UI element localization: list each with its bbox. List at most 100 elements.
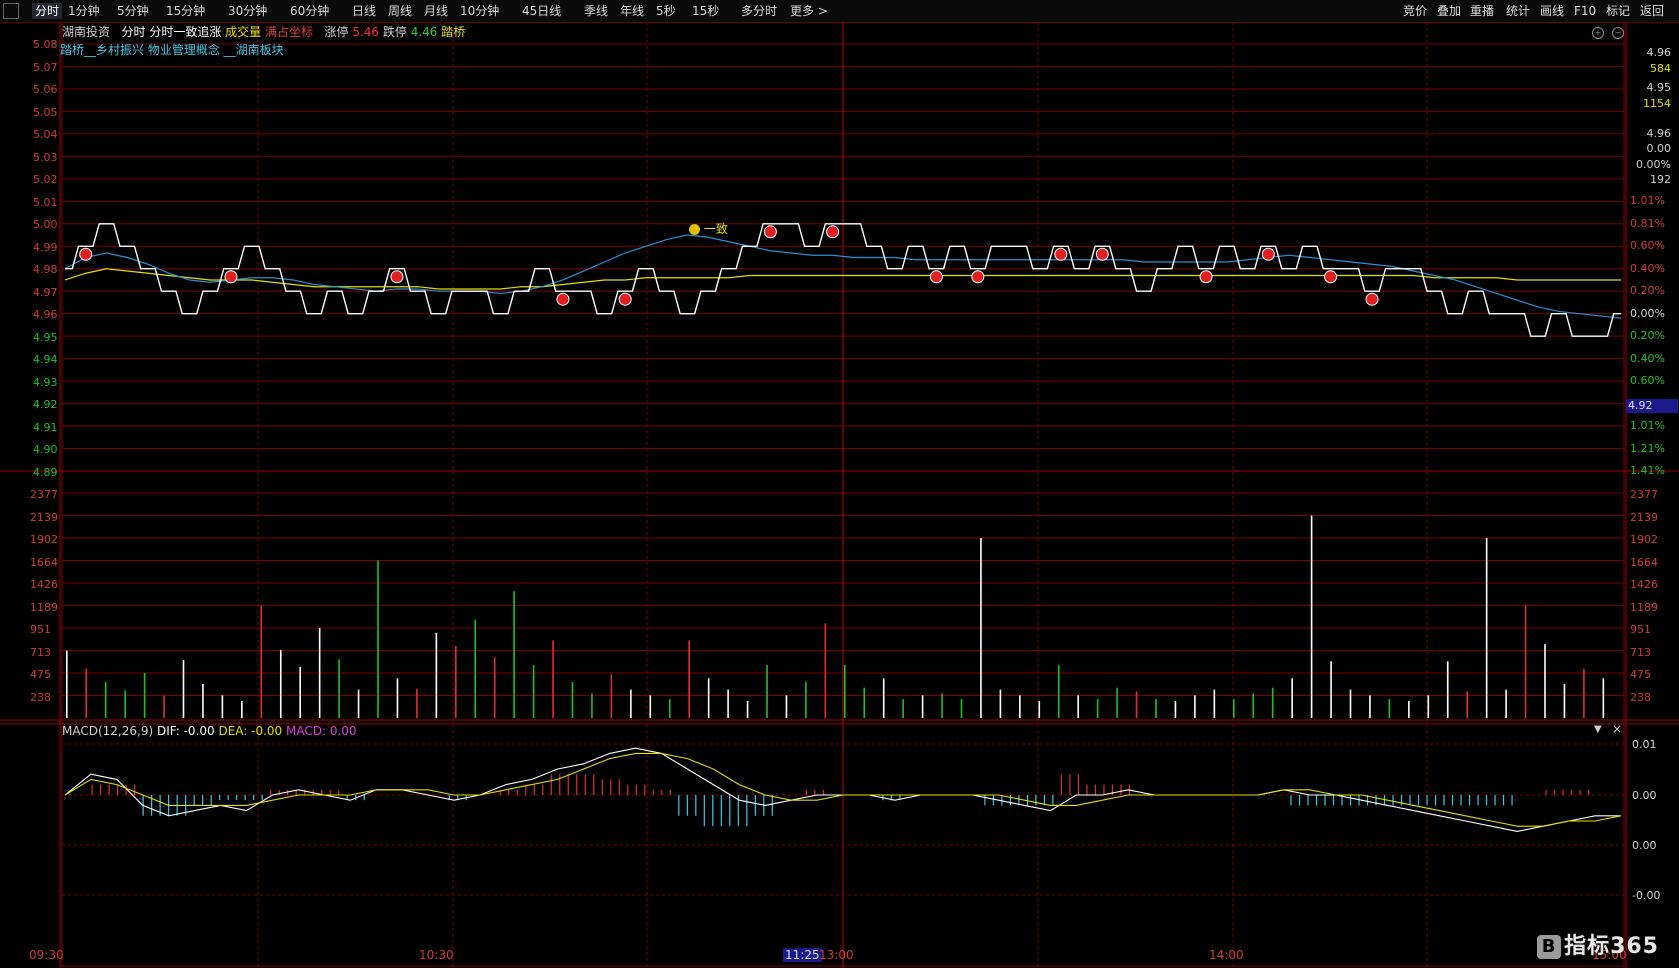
volume-bar (1466, 691, 1468, 718)
time-1300: 13:00 (819, 948, 854, 962)
buy-signal-marker (1054, 247, 1068, 261)
volume-tick-right: 1426 (1630, 578, 1658, 591)
macd-bar (1332, 795, 1335, 806)
tool-7[interactable]: 返回 (1640, 3, 1664, 19)
coord-label[interactable]: 满占坐标 (265, 25, 313, 39)
zoom-out-icon[interactable]: − (1612, 27, 1624, 39)
volume-bar (1408, 700, 1410, 718)
macd-bar (703, 795, 705, 827)
logo-icon: B (1537, 935, 1562, 959)
period-tab-8[interactable]: 月线 (424, 3, 448, 19)
volume-bar (1388, 699, 1391, 718)
volume-bar (1252, 693, 1255, 718)
period-tab-11[interactable]: 季线 (584, 3, 608, 19)
percent-tick: 0.81% (1630, 216, 1665, 230)
price-tick: 5.08 (33, 38, 58, 51)
price-tick: 4.94 (33, 353, 58, 366)
period-tab-9[interactable]: 10分钟 (460, 3, 499, 19)
time-1400: 14:00 (1209, 948, 1244, 962)
macd-bar (1477, 795, 1479, 806)
macd-bar (533, 784, 535, 795)
volume-bar (221, 695, 224, 718)
volume-bar (357, 689, 360, 718)
tool-0[interactable]: 竞价 (1403, 3, 1427, 19)
volume-bar (1544, 644, 1546, 718)
macd-bar (1562, 789, 1564, 795)
macd-bar (253, 795, 255, 801)
macd-bar (1086, 784, 1088, 795)
volume-tick-left: 1902 (30, 533, 58, 546)
macd-bar (1579, 789, 1581, 795)
chart-canvas[interactable] (0, 22, 1679, 968)
volume-bar (1213, 689, 1216, 718)
chart-grid (0, 22, 1679, 968)
volume-bar (882, 678, 885, 718)
macd-bar (329, 789, 331, 795)
macd-value: MACD: 0.00 (286, 724, 357, 738)
period-tab-5[interactable]: 60分钟 (290, 3, 329, 19)
volume-bar (1116, 687, 1118, 718)
period-tab-10[interactable]: 45日线 (522, 3, 561, 19)
volume-tick-right: 951 (1630, 623, 1651, 636)
tool-1[interactable]: 叠加 (1437, 3, 1461, 19)
volume-bar (766, 664, 768, 718)
macd-bar (746, 795, 748, 827)
period-tab-3[interactable]: 15分钟 (166, 3, 205, 19)
macd-bar (134, 784, 136, 795)
watermark: B 指标365 (1537, 928, 1659, 960)
price-tick: 5.00 (33, 218, 58, 231)
volume-tick-left: 1189 (30, 600, 58, 614)
price-tick: 5.05 (33, 105, 58, 119)
macd-bar (1494, 795, 1496, 806)
volume-tick-left: 713 (30, 645, 51, 659)
period-tab-2[interactable]: 5分钟 (117, 3, 149, 19)
macd-name[interactable]: MACD(12,26,9) (62, 724, 153, 738)
macd-tick: 0.01 (1632, 738, 1657, 751)
volume-bar (1174, 700, 1177, 718)
quote-value: 0.00 (1646, 142, 1672, 155)
quote-value: 4.96 (1646, 46, 1672, 59)
macd-bar (1009, 795, 1012, 806)
volume-bar (610, 674, 613, 718)
macd-bar (678, 795, 680, 816)
close-icon[interactable]: × (1612, 722, 1622, 736)
period-tab-13[interactable]: 5秒 (656, 3, 676, 19)
macd-bar (1120, 784, 1122, 795)
panel-toggle-icon[interactable] (3, 3, 19, 19)
price-tick: 4.96 (33, 308, 58, 321)
macd-bar (338, 789, 340, 795)
tool-5[interactable]: F10 (1574, 3, 1596, 19)
quote-value: 4.96 (1646, 127, 1672, 140)
tool-3[interactable]: 统计 (1506, 3, 1530, 19)
buy-signal-marker (826, 225, 840, 239)
period-tab-15[interactable]: 多分时 (741, 3, 777, 19)
tool-6[interactable]: 标记 (1606, 3, 1630, 19)
zoom-in-icon[interactable]: + (1592, 27, 1604, 39)
period-tab-16[interactable]: 更多 > (790, 3, 828, 19)
period-tab-12[interactable]: 年线 (620, 3, 644, 19)
period-tab-0[interactable]: 分时 (32, 3, 63, 19)
volume-bar (591, 693, 593, 718)
volume-bar (1271, 687, 1274, 718)
price-tick: 4.90 (33, 443, 58, 456)
dropdown-icon[interactable]: ▼ (1594, 724, 1602, 735)
stock-name[interactable]: 湖南投资 (62, 25, 110, 39)
percent-tick: 0.40% (1630, 351, 1665, 365)
period-tab-4[interactable]: 30分钟 (228, 3, 267, 19)
macd-bar (1434, 795, 1437, 806)
period-tab-6[interactable]: 日线 (352, 3, 376, 19)
tool-4[interactable]: 画线 (1540, 3, 1564, 19)
volume-tick-left: 1664 (30, 555, 58, 569)
macd-bar (516, 789, 518, 795)
macd-histogram (91, 774, 1590, 827)
tool-2[interactable]: 重播 (1470, 3, 1494, 19)
price-tick: 5.03 (33, 150, 58, 164)
period-tab-7[interactable]: 周线 (388, 3, 412, 19)
macd-bar (100, 784, 102, 795)
volume-bar (260, 605, 263, 718)
period-tab-14[interactable]: 15秒 (692, 3, 719, 19)
volume-bar (552, 640, 554, 718)
indicator-name[interactable]: 分时一致追涨 (149, 25, 221, 39)
price-tick: 4.97 (33, 285, 58, 299)
period-tab-1[interactable]: 1分钟 (68, 3, 100, 19)
